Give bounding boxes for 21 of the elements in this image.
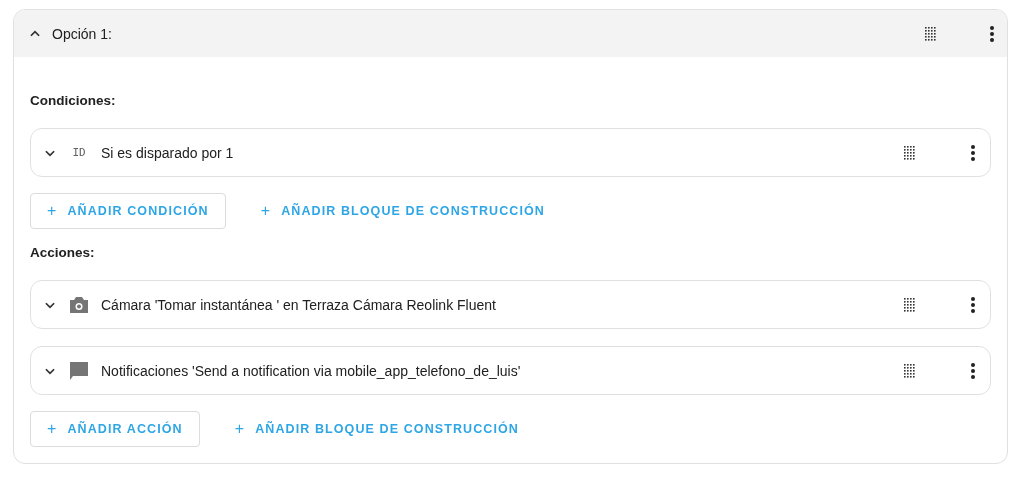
- more-options-icon[interactable]: [989, 24, 995, 43]
- block-label: Cámara 'Tomar instantánea ' en Terraza Cámara Reolink Fluent: [101, 296, 497, 313]
- more-options-icon[interactable]: [970, 361, 976, 380]
- drag-handle-icon[interactable]: [904, 363, 916, 378]
- message-icon: [69, 360, 89, 381]
- option-header[interactable]: Opción 1:: [14, 10, 1007, 57]
- section-heading: Acciones:: [30, 245, 96, 260]
- drag-handle-icon[interactable]: [904, 145, 916, 160]
- more-options-icon[interactable]: [970, 295, 976, 314]
- drag-handle-icon[interactable]: [904, 297, 916, 312]
- block-label: Notificaciones 'Send a notification via mobile_app_telefono_de_luis': [101, 362, 522, 379]
- block-label: Si es disparado por 1: [101, 144, 235, 161]
- id-icon: ID: [69, 146, 89, 159]
- block-row[interactable]: Notificaciones 'Send a notification via mobile_app_telefono_de_luis': [30, 346, 991, 395]
- option-title: Opción 1:: [52, 25, 113, 42]
- more-options-icon[interactable]: [970, 143, 976, 162]
- drag-handle-icon[interactable]: [925, 26, 937, 41]
- camera-icon: [69, 295, 89, 314]
- block-row[interactable]: Cámara 'Tomar instantánea ' en Terraza Cámara Reolink Fluent: [30, 280, 991, 329]
- block-row[interactable]: ID Si es disparado por 1: [30, 128, 991, 177]
- section-heading: Condiciones:: [30, 93, 117, 108]
